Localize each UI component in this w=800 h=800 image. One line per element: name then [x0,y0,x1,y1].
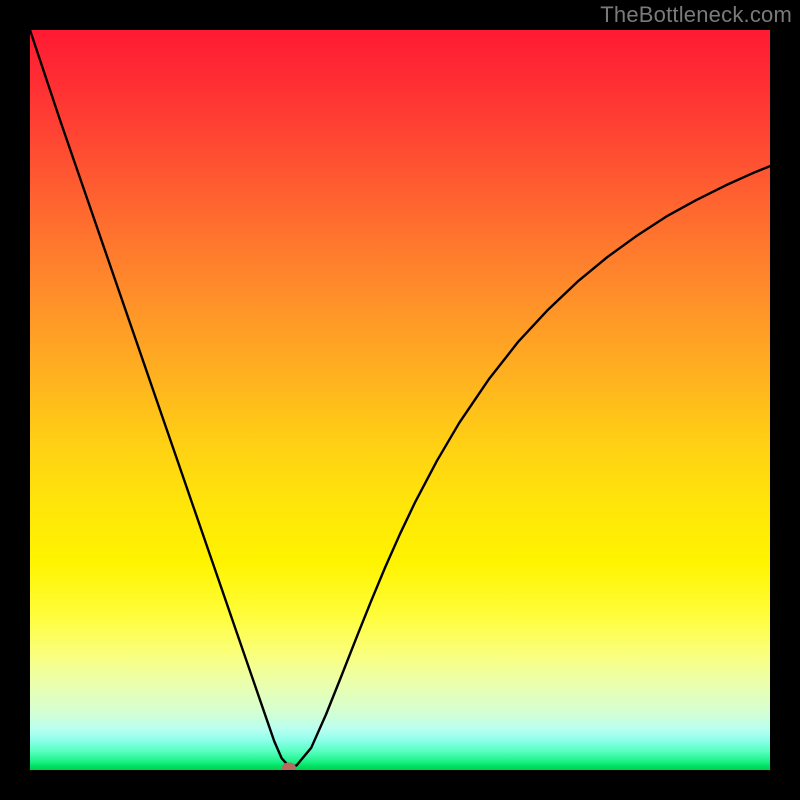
plot-area [30,30,770,770]
optimal-point-marker [282,762,296,770]
bottleneck-curve [30,30,770,770]
watermark-text: TheBottleneck.com [600,2,792,28]
chart-frame: TheBottleneck.com [0,0,800,800]
